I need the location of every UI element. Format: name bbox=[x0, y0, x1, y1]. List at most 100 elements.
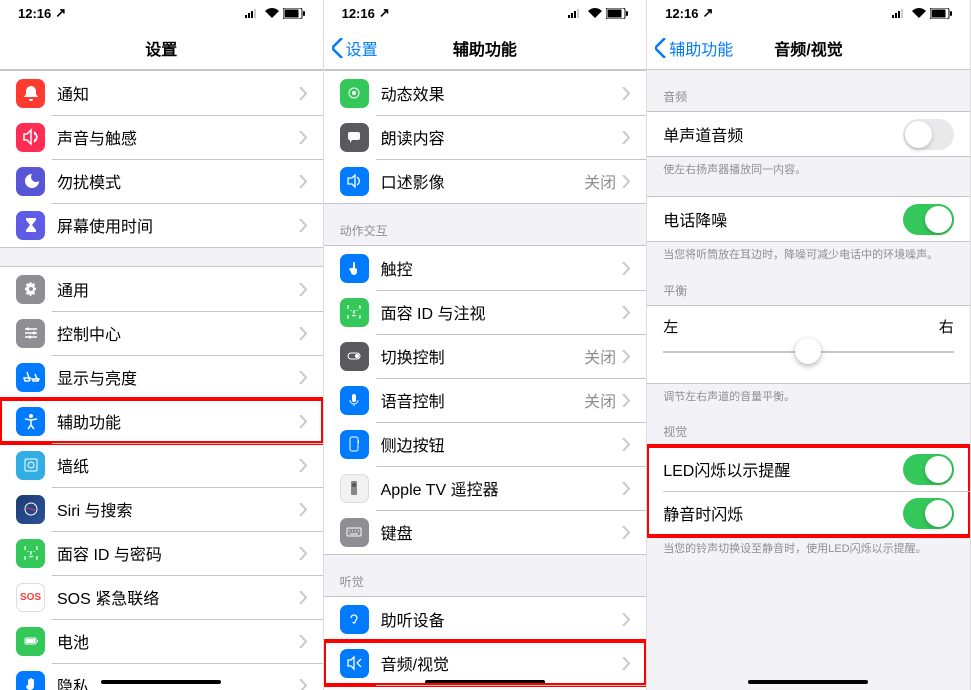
chevron-right-icon bbox=[299, 371, 307, 384]
av-icon bbox=[340, 649, 369, 678]
settings-row-动态效果[interactable]: 动态效果 bbox=[324, 71, 647, 115]
row-label: 声音与触感 bbox=[57, 125, 299, 149]
row-label: 通用 bbox=[57, 277, 299, 301]
textsize-icon bbox=[16, 363, 45, 392]
settings-row-电池[interactable]: 电池 bbox=[0, 619, 323, 663]
speech-icon bbox=[340, 123, 369, 152]
chevron-right-icon bbox=[622, 482, 630, 495]
flash-on-silent-toggle[interactable] bbox=[903, 498, 954, 529]
settings-row-墙纸[interactable]: 墙纸 bbox=[0, 443, 323, 487]
settings-row-音频/视觉[interactable]: 音频/视觉 bbox=[324, 641, 647, 685]
status-bar: 12:16↗ bbox=[324, 0, 647, 26]
page-title: 设置 bbox=[145, 36, 177, 60]
back-button[interactable]: 设置 bbox=[332, 26, 378, 70]
settings-row-Siri 与搜索[interactable]: Siri 与搜索 bbox=[0, 487, 323, 531]
content-scroll[interactable]: 通知声音与触感勿扰模式屏幕使用时间 通用控制中心显示与亮度辅助功能墙纸 Siri … bbox=[0, 70, 323, 690]
flash-on-silent-label: 静音时闪烁 bbox=[663, 501, 903, 525]
settings-row-面容 ID 与注视[interactable]: 面容 ID 与注视 bbox=[324, 290, 647, 334]
section-header-visual: 视觉 bbox=[647, 423, 970, 446]
led-footer: 当您的铃声切换设至静音时，使用LED闪烁以示提醒。 bbox=[647, 536, 970, 557]
settings-row-通知[interactable]: 通知 bbox=[0, 71, 323, 115]
sidebutton-icon bbox=[340, 430, 369, 459]
home-indicator[interactable] bbox=[101, 680, 221, 684]
led-flash-row[interactable]: LED闪烁以示提醒 bbox=[647, 447, 970, 491]
siri-icon bbox=[16, 495, 45, 524]
chevron-right-icon bbox=[622, 350, 630, 363]
section-header: 听觉 bbox=[324, 573, 647, 596]
row-label: 控制中心 bbox=[57, 321, 299, 345]
noise-cancel-toggle[interactable] bbox=[903, 204, 954, 235]
settings-row-语音控制[interactable]: 语音控制关闭 bbox=[324, 378, 647, 422]
noise-footer: 当您将听筒放在耳边时，降噪可减少电话中的环境噪声。 bbox=[647, 242, 970, 263]
chevron-right-icon bbox=[299, 219, 307, 232]
row-label: 动态效果 bbox=[381, 81, 623, 105]
settings-row-触控[interactable]: 触控 bbox=[324, 246, 647, 290]
row-label: 面容 ID 与密码 bbox=[57, 541, 299, 565]
home-indicator[interactable] bbox=[748, 680, 868, 684]
section-header: 动作交互 bbox=[324, 222, 647, 245]
settings-row-辅助功能[interactable]: 辅助功能 bbox=[0, 399, 323, 443]
led-flash-toggle[interactable] bbox=[903, 454, 954, 485]
row-value: 关闭 bbox=[584, 344, 616, 368]
faceid-icon bbox=[340, 298, 369, 327]
settings-row-助听设备[interactable]: 助听设备 bbox=[324, 597, 647, 641]
settings-row-Apple TV 遥控器[interactable]: Apple TV 遥控器 bbox=[324, 466, 647, 510]
settings-row-口述影像[interactable]: 口述影像关闭 bbox=[324, 159, 647, 203]
row-label: 电池 bbox=[57, 629, 299, 653]
content-scroll[interactable]: 动态效果朗读内容口述影像关闭 动作交互 触控面容 ID 与注视切换控制关闭语音控… bbox=[324, 70, 647, 690]
row-label: 语音控制 bbox=[381, 388, 585, 412]
chevron-right-icon bbox=[622, 306, 630, 319]
wallpaper-icon bbox=[16, 451, 45, 480]
settings-row-声音与触感[interactable]: 声音与触感 bbox=[0, 115, 323, 159]
sliders-icon bbox=[16, 319, 45, 348]
noise-cancel-label: 电话降噪 bbox=[663, 207, 903, 231]
mono-footer: 使左右扬声器播放同一内容。 bbox=[647, 157, 970, 178]
settings-row-键盘[interactable]: 键盘 bbox=[324, 510, 647, 554]
settings-row-显示与亮度[interactable]: 显示与亮度 bbox=[0, 355, 323, 399]
content-scroll[interactable]: 音频 单声道音频 使左右扬声器播放同一内容。 电话降噪 当您将听筒放在耳边时，降… bbox=[647, 70, 970, 690]
settings-row-通用[interactable]: 通用 bbox=[0, 267, 323, 311]
status-bar: 12:16 ↗ bbox=[647, 0, 970, 26]
row-label: 通知 bbox=[57, 81, 299, 105]
chevron-right-icon bbox=[299, 131, 307, 144]
accessibility-icon bbox=[16, 407, 45, 436]
settings-row-控制中心[interactable]: 控制中心 bbox=[0, 311, 323, 355]
balance-slider[interactable] bbox=[663, 351, 954, 353]
location-icon: ↗ bbox=[702, 5, 713, 21]
row-label: 面容 ID 与注视 bbox=[381, 300, 623, 324]
flash-on-silent-row[interactable]: 静音时闪烁 bbox=[647, 491, 970, 535]
settings-row-字幕与隐藏式字幕[interactable]: 字幕与隐藏式字幕 bbox=[324, 685, 647, 690]
hourglass-icon bbox=[16, 211, 45, 240]
settings-row-屏幕使用时间[interactable]: 屏幕使用时间 bbox=[0, 203, 323, 247]
settings-row-勿扰模式[interactable]: 勿扰模式 bbox=[0, 159, 323, 203]
row-label: 触控 bbox=[381, 256, 623, 280]
back-label: 设置 bbox=[346, 36, 378, 60]
settings-row-面容 ID 与密码[interactable]: 面容 ID 与密码 bbox=[0, 531, 323, 575]
settings-row-隐私[interactable]: 隐私 bbox=[0, 663, 323, 690]
chevron-right-icon bbox=[299, 175, 307, 188]
status-time: 12:16 bbox=[665, 6, 698, 21]
section-header-balance: 平衡 bbox=[647, 282, 970, 305]
mono-audio-label: 单声道音频 bbox=[663, 122, 903, 146]
location-icon: ↗ bbox=[55, 5, 66, 21]
status-icons bbox=[892, 8, 952, 19]
faceid-icon bbox=[16, 539, 45, 568]
mono-audio-row[interactable]: 单声道音频 bbox=[647, 112, 970, 156]
noise-cancel-row[interactable]: 电话降噪 bbox=[647, 197, 970, 241]
settings-row-SOS 紧急联络[interactable]: SOSSOS 紧急联络 bbox=[0, 575, 323, 619]
row-label: 切换控制 bbox=[381, 344, 585, 368]
chevron-right-icon bbox=[299, 415, 307, 428]
row-label: 显示与亮度 bbox=[57, 365, 299, 389]
voice-icon bbox=[340, 386, 369, 415]
settings-row-切换控制[interactable]: 切换控制关闭 bbox=[324, 334, 647, 378]
row-label: Siri 与搜索 bbox=[57, 497, 299, 521]
back-button[interactable]: 辅助功能 bbox=[655, 26, 733, 70]
chevron-right-icon bbox=[622, 131, 630, 144]
sos-icon: SOS bbox=[16, 583, 45, 612]
slider-thumb[interactable] bbox=[795, 338, 821, 364]
mono-audio-toggle[interactable] bbox=[903, 119, 954, 150]
balance-footer: 调节左右声道的音量平衡。 bbox=[647, 384, 970, 405]
settings-row-朗读内容[interactable]: 朗读内容 bbox=[324, 115, 647, 159]
keyboard-icon bbox=[340, 518, 369, 547]
settings-row-侧边按钮[interactable]: 侧边按钮 bbox=[324, 422, 647, 466]
